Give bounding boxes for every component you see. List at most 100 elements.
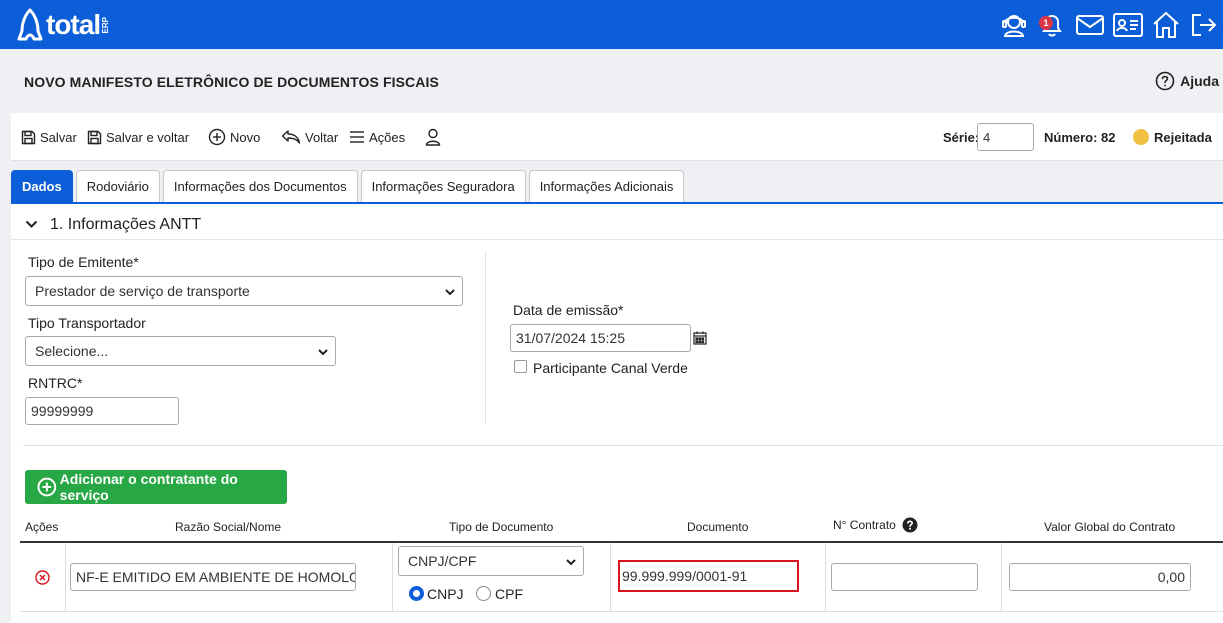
valor-global-input[interactable]: 0,00 <box>1009 563 1191 591</box>
content-panel: 1. Informações ANTT Tipo de Emitente* Pr… <box>11 202 1223 623</box>
col-header-razao-social: Razão Social/Nome <box>175 520 282 534</box>
chevron-down-icon <box>445 289 455 296</box>
actions-menu-button[interactable]: Ações <box>349 113 405 161</box>
help-button[interactable]: Ajuda <box>1155 71 1219 91</box>
cnpj-radio-label: CNPJ <box>427 586 464 602</box>
razao-social-input[interactable]: NF-E EMITIDO EM AMBIENTE DE HOMOLOGAÇÃO <box>70 563 356 591</box>
user-icon <box>425 128 441 146</box>
serie-input[interactable] <box>977 123 1034 151</box>
column-separator <box>825 543 826 611</box>
data-emissao-value: 31/07/2024 15:25 <box>516 330 625 346</box>
chevron-down-icon <box>566 559 576 566</box>
logo-suffix: ERP <box>101 16 111 34</box>
tipo-emitente-select[interactable]: Prestador de serviço de transporte <box>25 276 463 306</box>
save-and-back-button[interactable]: Salvar e voltar <box>87 113 189 161</box>
table-header-divider <box>20 541 1223 543</box>
calendar-icon[interactable] <box>693 331 707 345</box>
tipo-transportador-select[interactable]: Selecione... <box>25 336 336 366</box>
new-label: Novo <box>230 129 261 145</box>
add-contratante-button[interactable]: Adicionar o contratante do serviço <box>25 470 287 504</box>
notification-badge: 1 <box>1039 15 1053 30</box>
question-circle-icon[interactable] <box>902 517 918 533</box>
data-emissao-input[interactable]: 31/07/2024 15:25 <box>510 324 691 352</box>
section-header[interactable]: 1. Informações ANTT <box>11 210 1223 240</box>
cnpj-radio[interactable] <box>409 586 424 601</box>
title-bar: NOVO MANIFESTO ELETRÔNICO DE DOCUMENTOS … <box>0 49 1223 113</box>
tipo-emitente-value: Prestador de serviço de transporte <box>35 283 250 299</box>
tab-informacoes-documentos[interactable]: Informações dos Documentos <box>162 170 358 202</box>
user-button[interactable] <box>425 113 445 161</box>
help-label: Ajuda <box>1180 73 1219 89</box>
column-divider <box>485 252 486 424</box>
top-navbar: total ERP 1 <box>0 0 1223 49</box>
save-and-back-label: Salvar e voltar <box>106 129 190 145</box>
data-emissao-label: Data de emissão* <box>513 302 624 318</box>
floppy-disk-icon <box>87 130 102 144</box>
reply-arrow-icon <box>281 130 301 144</box>
tab-informacoes-seguradora[interactable]: Informações Seguradora <box>360 170 526 202</box>
col-header-valor-global: Valor Global do Contrato <box>1044 520 1176 534</box>
status-label: Rejeitada <box>1154 129 1212 145</box>
row-divider <box>20 611 1223 612</box>
section-divider <box>23 445 1223 446</box>
tipo-transportador-value: Selecione... <box>35 343 109 359</box>
column-separator <box>392 543 393 611</box>
new-button[interactable]: Novo <box>208 113 260 161</box>
bell-icon[interactable]: 1 <box>1033 6 1071 44</box>
tab-informacoes-adicionais[interactable]: Informações Adicionais <box>528 170 685 202</box>
toolbar: Salvar Salvar e voltar Novo Voltar Ações… <box>11 113 1223 161</box>
status-badge: Rejeitada <box>1133 129 1212 145</box>
numero-label: Número: 82 <box>1044 130 1116 145</box>
tab-bar: Dados Rodoviário Informações dos Documen… <box>11 170 687 202</box>
save-label: Salvar <box>40 129 77 145</box>
hamburger-menu-icon <box>350 131 364 143</box>
support-agent-icon[interactable] <box>995 6 1033 44</box>
n-contrato-input[interactable] <box>831 563 978 591</box>
canal-verde-checkbox[interactable] <box>514 360 527 373</box>
rntrc-label: RNTRC* <box>28 375 83 391</box>
tipo-transportador-label: Tipo Transportador <box>28 315 146 331</box>
home-icon[interactable] <box>1147 6 1185 44</box>
logout-icon[interactable] <box>1185 6 1223 44</box>
back-button[interactable]: Voltar <box>281 113 338 161</box>
logo[interactable]: total ERP <box>16 6 110 44</box>
status-dot <box>1133 129 1149 145</box>
section-title: 1. Informações ANTT <box>50 215 202 233</box>
plus-circle-icon <box>37 477 57 497</box>
serie-label: Série: <box>943 130 980 145</box>
page-title: NOVO MANIFESTO ELETRÔNICO DE DOCUMENTOS … <box>24 74 439 90</box>
cpf-radio-label: CPF <box>495 586 523 602</box>
plus-circle-icon <box>208 128 226 146</box>
save-button[interactable]: Salvar <box>21 113 77 161</box>
col-header-tipo-documento: Tipo de Documento <box>449 520 554 534</box>
floppy-disk-icon <box>21 130 36 144</box>
tipo-documento-value: CNPJ/CPF <box>408 553 477 569</box>
remove-circle-icon[interactable] <box>35 570 50 585</box>
question-circle-icon <box>1155 71 1175 91</box>
actions-label: Ações <box>369 129 406 145</box>
cpf-radio[interactable] <box>476 586 491 601</box>
back-label: Voltar <box>305 129 339 145</box>
column-separator <box>610 543 611 611</box>
id-card-icon[interactable] <box>1109 6 1147 44</box>
rntrc-input[interactable]: 99999999 <box>25 397 179 425</box>
mail-icon[interactable] <box>1071 6 1109 44</box>
tab-dados[interactable]: Dados <box>11 170 73 202</box>
chevron-down-icon <box>318 349 328 356</box>
tab-rodoviario[interactable]: Rodoviário <box>75 170 160 202</box>
chevron-down-icon <box>25 220 38 228</box>
canal-verde-label: Participante Canal Verde <box>533 360 688 376</box>
logo-text: total <box>46 9 101 40</box>
rntrc-value: 99999999 <box>31 403 94 419</box>
col-header-documento: Documento <box>687 520 749 534</box>
col-header-acoes: Ações <box>25 520 59 534</box>
valor-global-value: 0,00 <box>1157 569 1185 585</box>
razao-social-value: NF-E EMITIDO EM AMBIENTE DE HOMOLOGAÇÃO <box>76 569 355 585</box>
tipo-emitente-label: Tipo de Emitente* <box>28 254 139 270</box>
column-separator <box>1001 543 1002 611</box>
add-contratante-label: Adicionar o contratante do serviço <box>59 471 238 503</box>
col-header-n-contrato: N° Contrato <box>833 518 896 532</box>
tipo-documento-select[interactable]: CNPJ/CPF <box>398 546 584 576</box>
highlight-box <box>618 560 799 592</box>
logo-icon <box>17 8 43 41</box>
